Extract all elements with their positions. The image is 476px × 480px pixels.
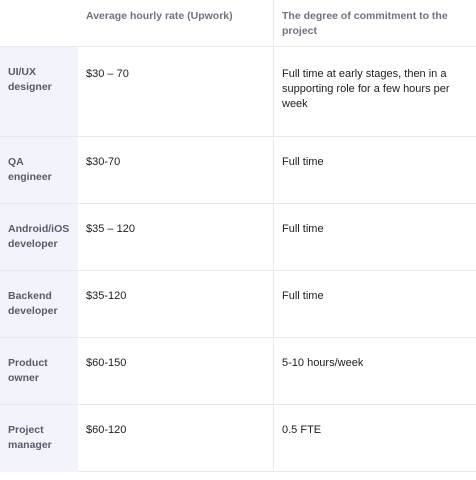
rate-table: Average hourly rate (Upwork) The degree … [0, 0, 476, 472]
header-corner [0, 0, 78, 47]
rate-cell-project-manager: $60-120 [78, 405, 274, 472]
rate-cell-android-ios-developer: $35 – 120 [78, 204, 274, 271]
header-commitment: The degree of commitment to the project [274, 0, 476, 47]
row-header-product-owner: Product owner [0, 338, 78, 405]
rate-cell-ui-ux-designer: $30 – 70 [78, 47, 274, 137]
commitment-cell-android-ios-developer: Full time [274, 204, 476, 271]
row-header-project-manager: Project manager [0, 405, 78, 472]
rate-cell-qa-engineer: $30-70 [78, 137, 274, 204]
commitment-cell-qa-engineer: Full time [274, 137, 476, 204]
header-average-hourly-rate: Average hourly rate (Upwork) [78, 0, 274, 47]
commitment-cell-project-manager: 0.5 FTE [274, 405, 476, 472]
row-header-qa-engineer: QA engineer [0, 137, 78, 204]
row-header-ui-ux-designer: UI/UX designer [0, 47, 78, 137]
commitment-cell-ui-ux-designer: Full time at early stages, then in a sup… [274, 47, 476, 137]
rate-cell-product-owner: $60-150 [78, 338, 274, 405]
table-bottom-border [78, 471, 476, 472]
row-header-android-ios-developer: Android/iOS developer [0, 204, 78, 271]
row-header-backend-developer: Backend developer [0, 271, 78, 338]
rate-cell-backend-developer: $35-120 [78, 271, 274, 338]
commitment-cell-product-owner: 5-10 hours/week [274, 338, 476, 405]
commitment-cell-backend-developer: Full time [274, 271, 476, 338]
